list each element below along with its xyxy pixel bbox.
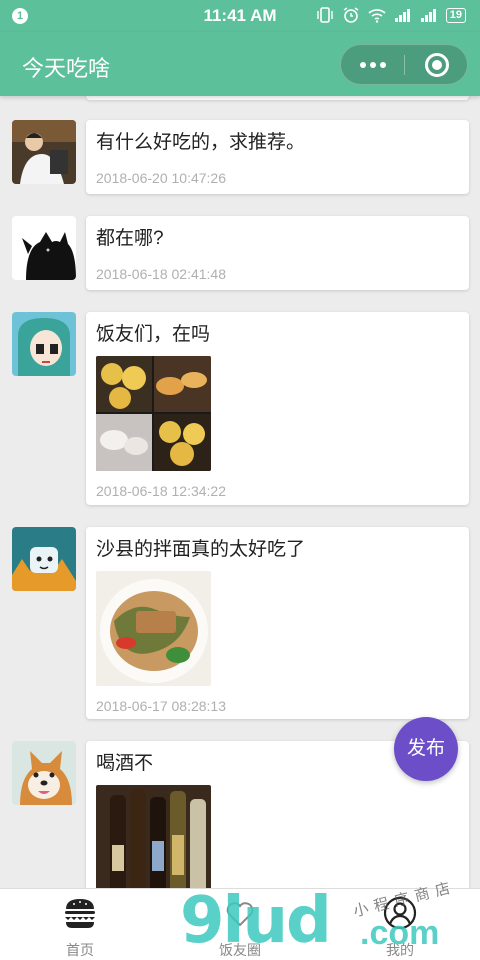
post-image[interactable]: [96, 571, 211, 686]
more-button[interactable]: [341, 45, 404, 84]
wifi-icon: [368, 9, 386, 23]
post-card[interactable]: 饭友们，在吗 2018-06-18 12:34:22: [86, 312, 469, 505]
tab-bar: 首页 饭友圈 我的: [0, 888, 480, 960]
avatar[interactable]: [12, 741, 76, 805]
battery-indicator: 19: [445, 7, 466, 23]
tab-label: 我的: [386, 942, 414, 958]
miniprogram-capsule: [340, 44, 468, 85]
publish-button[interactable]: 发布: [394, 717, 458, 781]
post-card[interactable]: 有什么好吃的，求推荐。 2018-06-20 10:47:26: [86, 120, 469, 194]
signal-icon-2: [420, 9, 436, 22]
vibrate-icon: [317, 7, 333, 23]
post-card[interactable]: 沙县的拌面真的太好吃了 2018-06-17 08:28:13: [86, 527, 469, 719]
heart-icon: [226, 902, 254, 927]
post-image[interactable]: [96, 785, 211, 888]
post-image[interactable]: [96, 356, 211, 471]
post-card[interactable]: 都在哪? 2018-06-18 02:41:48: [86, 216, 469, 290]
signal-icon: [394, 9, 410, 22]
nav-bar: 今天吃啥: [0, 32, 480, 96]
tab-label: 首页: [66, 942, 94, 958]
user-icon: [383, 896, 417, 930]
tab-label: 饭友圈: [219, 942, 261, 958]
previous-post-card: [86, 96, 469, 100]
tab-mine[interactable]: 我的: [340, 895, 460, 960]
tab-friends[interactable]: 饭友圈: [180, 895, 300, 960]
alarm-icon: [343, 7, 359, 23]
close-miniprogram-button[interactable]: [425, 53, 449, 77]
post-time: 2018-06-18 12:34:22: [96, 483, 226, 499]
avatar[interactable]: [12, 216, 76, 280]
avatar[interactable]: [12, 527, 76, 591]
post-time: 2018-06-20 10:47:26: [96, 170, 226, 186]
post-text: 饭友们，在吗: [96, 324, 211, 345]
post-time: 2018-06-17 08:28:13: [96, 698, 226, 714]
post-text: 沙县的拌面真的太好吃了: [96, 539, 306, 560]
avatar[interactable]: [12, 120, 76, 184]
tab-home[interactable]: 首页: [20, 895, 140, 960]
status-bar: 1 11:41 AM 19: [0, 0, 480, 32]
burger-icon: [65, 899, 95, 928]
post-text: 都在哪?: [96, 228, 164, 249]
page-title: 今天吃啥: [22, 56, 111, 81]
avatar[interactable]: [12, 312, 76, 376]
post-text: 有什么好吃的，求推荐。: [96, 132, 306, 153]
capsule-divider: [404, 55, 405, 75]
status-icons: 19: [316, 7, 466, 23]
post-time: 2018-06-18 02:41:48: [96, 266, 226, 282]
